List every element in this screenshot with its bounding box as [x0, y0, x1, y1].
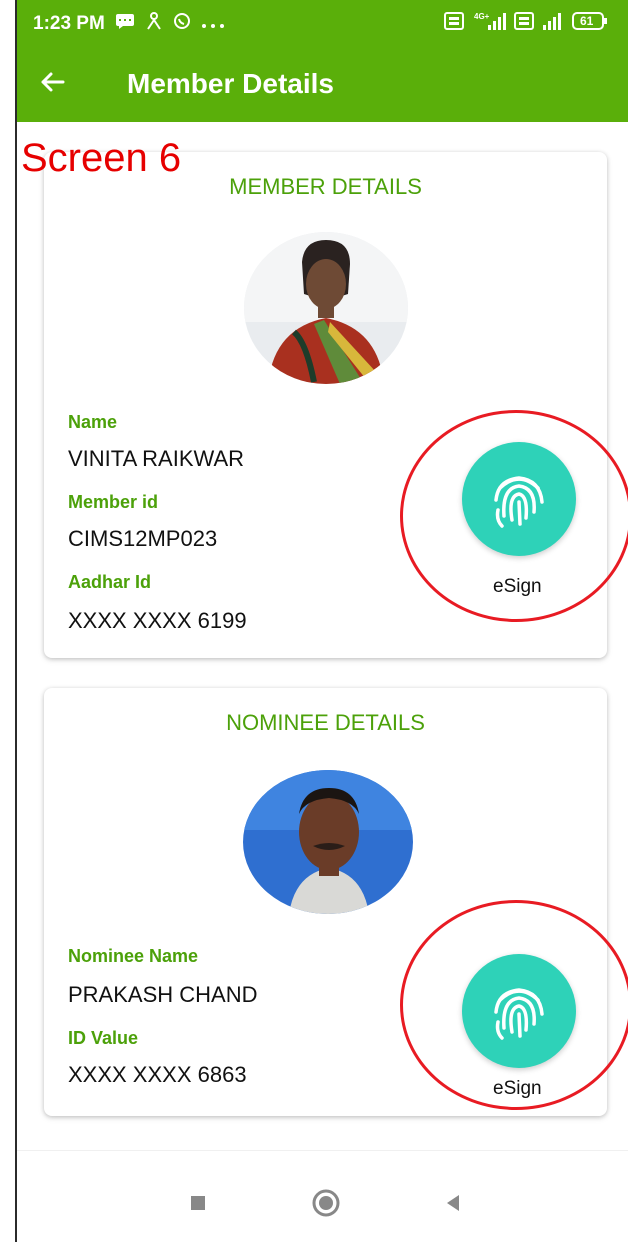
nominee-name-value: PRAKASH CHAND [68, 982, 258, 1007]
nominee-photo [243, 770, 413, 914]
back-button[interactable] [35, 64, 71, 100]
aadhar-id-value: XXXX XXXX 6199 [68, 608, 247, 633]
more-dots-icon [201, 13, 225, 35]
aadhar-id-label: Aadhar Id [68, 572, 152, 592]
id-value-label: ID Value [68, 1028, 139, 1048]
triangle-back-icon [447, 1195, 459, 1211]
home-circle-icon [312, 1189, 340, 1217]
system-nav-bar [17, 1176, 628, 1242]
recents-button[interactable] [185, 1190, 211, 1216]
square-icon [191, 1196, 205, 1210]
volte-icon [514, 12, 534, 33]
volte-icon [444, 12, 464, 33]
4g-signal-icon: 4G+ [472, 11, 506, 34]
signal-icon [542, 11, 564, 34]
back-arrow-icon [41, 72, 65, 92]
battery-level: 61 [580, 14, 594, 28]
name-value: VINITA RAIKWAR [68, 446, 245, 471]
member-id-label: Member id [68, 492, 159, 512]
app-screen: 1:23 PM 4G+ 61 Member Details Screen 6 M… [17, 0, 628, 1242]
page-title: Member Details [127, 68, 334, 99]
nav-divider [17, 1150, 628, 1151]
member-id-value: CIMS12MP023 [68, 526, 218, 551]
svg-text:4G+: 4G+ [474, 12, 490, 21]
left-border [0, 0, 17, 1242]
status-time: 1:23 PM [33, 13, 105, 34]
id-value-value: XXXX XXXX 6863 [68, 1062, 247, 1087]
member-photo [244, 232, 408, 384]
person-icon [145, 12, 163, 36]
status-left: 1:23 PM [33, 12, 225, 36]
message-icon [115, 13, 135, 35]
status-right: 4G+ 61 [444, 11, 608, 34]
back-nav-button[interactable] [439, 1188, 469, 1218]
nominee-card-title: NOMINEE DETAILS [226, 710, 425, 735]
screen-annotation: Screen 6 [21, 136, 182, 180]
highlight-circle [400, 410, 628, 622]
nominee-name-label: Nominee Name [68, 946, 199, 966]
home-button[interactable] [309, 1186, 343, 1220]
status-bar: 1:23 PM 4G+ 61 [17, 0, 628, 44]
battery-icon: 61 [572, 11, 608, 34]
app-bar: Member Details [17, 44, 628, 122]
name-label: Name [68, 412, 118, 432]
whatsapp-icon [173, 12, 191, 36]
highlight-circle [400, 900, 628, 1110]
